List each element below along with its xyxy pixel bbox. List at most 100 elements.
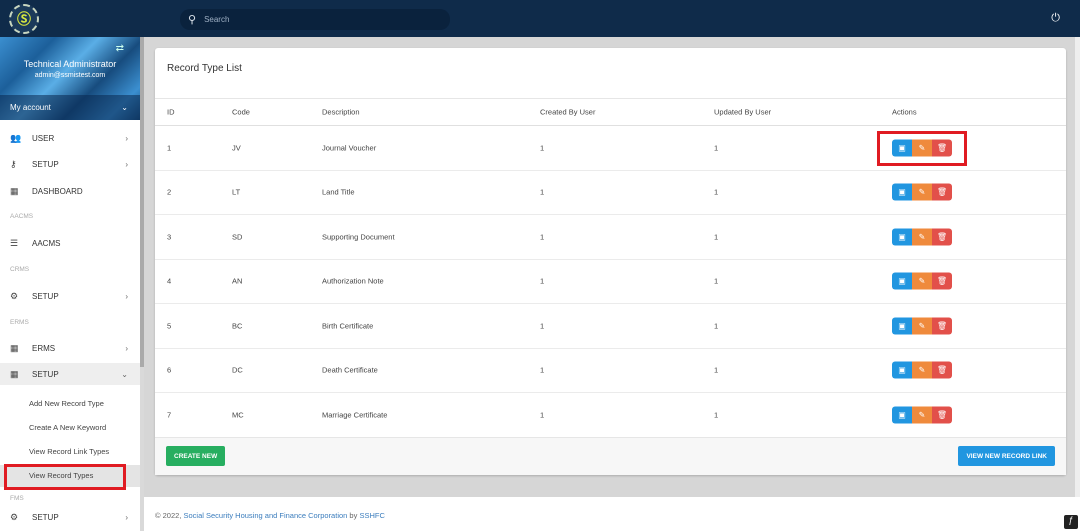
delete-button[interactable]: 🗑 xyxy=(932,183,952,201)
row-actions: ▣ ✎ 🗑 xyxy=(892,406,952,424)
label: AACMS xyxy=(32,238,61,248)
col-code: Code xyxy=(232,107,250,117)
calendar-icon: ▦ xyxy=(10,368,19,379)
list-icon: ☰ xyxy=(10,237,19,248)
my-account-label: My account xyxy=(10,103,51,112)
label: SETUP xyxy=(32,159,59,169)
users-icon: 👥 xyxy=(10,132,22,143)
cell-description: Death Certificate xyxy=(322,365,378,375)
search-icon: ⚲ xyxy=(188,14,197,26)
cell-description: Journal Voucher xyxy=(322,143,377,153)
cell-updated: 1 xyxy=(714,143,719,153)
view-button[interactable]: ▣ xyxy=(892,183,912,201)
create-new-button[interactable]: CREATE NEW xyxy=(166,446,226,466)
section-erms: ERMS xyxy=(10,319,29,326)
delete-button[interactable]: 🗑 xyxy=(932,406,952,424)
view-button[interactable]: ▣ xyxy=(892,361,912,379)
cell-created: 1 xyxy=(540,232,545,242)
col-created: Created By User xyxy=(540,107,596,117)
cell-code: AN xyxy=(232,276,243,286)
view-button[interactable]: ▣ xyxy=(892,272,912,290)
edit-button[interactable]: ✎ xyxy=(912,183,932,201)
chevron-down-icon: ⌄ xyxy=(121,369,128,379)
edit-button[interactable]: ✎ xyxy=(912,361,932,379)
page-scrollbar[interactable] xyxy=(1075,37,1080,497)
sidebar-item-dashboard[interactable]: ▦ DASHBOARD xyxy=(0,180,140,202)
logo[interactable]: Ⓢ xyxy=(9,4,39,34)
cell-id: 2 xyxy=(167,187,172,197)
cogs-icon: ⚙ xyxy=(10,290,19,301)
cell-code: JV xyxy=(232,143,241,153)
col-actions: Actions xyxy=(892,107,917,117)
delete-button[interactable]: 🗑 xyxy=(932,228,952,246)
cell-description: Birth Certificate xyxy=(322,321,374,331)
table-row: 3 SD Supporting Document 1 1 ▣ ✎ 🗑 xyxy=(155,215,1066,260)
view-button[interactable]: ▣ xyxy=(892,317,912,335)
table-row: 2 LT Land Title 1 1 ▣ ✎ 🗑 xyxy=(155,171,1066,215)
my-account-toggle[interactable]: My account ⌄ xyxy=(0,95,140,120)
switch-icon[interactable]: ⇄ xyxy=(116,43,124,54)
power-icon[interactable]: ⏻ xyxy=(1051,12,1060,25)
row-actions: ▣ ✎ 🗑 xyxy=(892,228,952,246)
view-button[interactable]: ▣ xyxy=(892,406,912,424)
cell-id: 7 xyxy=(167,410,172,420)
cell-updated: 1 xyxy=(714,187,719,197)
col-updated: Updated By User xyxy=(714,107,772,117)
cell-id: 3 xyxy=(167,232,172,242)
user-email: admin@ssmistest.com xyxy=(34,72,106,79)
chevron-right-icon: › xyxy=(125,291,128,301)
chevron-right-icon: › xyxy=(125,159,128,169)
section-aacms: AACMS xyxy=(10,213,34,220)
sidebar-item-crms-setup[interactable]: ⚙ SETUP › xyxy=(0,285,140,307)
edit-button[interactable]: ✎ xyxy=(912,406,932,424)
row-actions: ▣ ✎ 🗑 xyxy=(892,272,952,290)
cell-description: Authorization Note xyxy=(322,276,384,286)
symfony-toolbar-icon[interactable]: ƒ xyxy=(1064,515,1078,529)
cell-code: SD xyxy=(232,232,243,242)
subitem-view-record-link-types[interactable]: View Record Link Types xyxy=(29,447,109,456)
cell-description: Marriage Certificate xyxy=(322,410,388,420)
cell-updated: 1 xyxy=(714,410,719,420)
sidebar-item-aacms[interactable]: ☰ AACMS xyxy=(0,232,140,254)
label: SETUP xyxy=(32,291,59,301)
cell-updated: 1 xyxy=(714,276,719,286)
sidebar-item-erms-setup[interactable]: ▦ SETUP ⌄ xyxy=(0,363,140,385)
delete-button[interactable]: 🗑 xyxy=(932,272,952,290)
card-title: Record Type List xyxy=(167,63,242,74)
footer-brand-link[interactable]: SSHFC xyxy=(359,511,384,520)
highlight-box xyxy=(4,464,126,490)
subitem-add-new-record-type[interactable]: Add New Record Type xyxy=(29,399,104,408)
footer-org-link[interactable]: Social Security Housing and Finance Corp… xyxy=(183,511,347,520)
sidebar-item-setup[interactable]: ⚷ SETUP › xyxy=(0,153,140,175)
delete-button[interactable]: 🗑 xyxy=(932,317,952,335)
table-row: 7 MC Marriage Certificate 1 1 ▣ ✎ 🗑 xyxy=(155,393,1066,438)
sidebar-item-erms[interactable]: ▦ ERMS › xyxy=(0,337,140,359)
record-type-card: Record Type List ID Code Description Cre… xyxy=(155,48,1066,475)
label: SETUP xyxy=(32,369,59,379)
edit-button[interactable]: ✎ xyxy=(912,272,932,290)
cell-code: BC xyxy=(232,321,243,331)
cell-id: 5 xyxy=(167,321,172,331)
key-icon: ⚷ xyxy=(10,158,17,169)
delete-button[interactable]: 🗑 xyxy=(932,361,952,379)
edit-button[interactable]: ✎ xyxy=(912,317,932,335)
view-button[interactable]: ▣ xyxy=(892,228,912,246)
label: SETUP xyxy=(32,512,59,522)
search-input[interactable]: ⚲ Search xyxy=(180,9,450,30)
label: USER xyxy=(32,133,55,143)
subitem-create-keyword[interactable]: Create A New Keyword xyxy=(29,423,106,432)
cell-code: LT xyxy=(232,187,241,197)
cell-updated: 1 xyxy=(714,321,719,331)
table-row: 4 AN Authorization Note 1 1 ▣ ✎ 🗑 xyxy=(155,260,1066,304)
sidebar-item-user[interactable]: 👥 USER › xyxy=(0,127,140,149)
col-id: ID xyxy=(167,107,175,117)
main-content: Record Type List ID Code Description Cre… xyxy=(144,37,1075,497)
cell-id: 4 xyxy=(167,276,172,286)
view-new-record-link-button[interactable]: VIEW NEW RECORD LINK xyxy=(958,446,1055,466)
sidebar-item-fms-setup[interactable]: ⚙ SETUP › xyxy=(0,506,140,528)
cell-updated: 1 xyxy=(714,232,719,242)
edit-button[interactable]: ✎ xyxy=(912,228,932,246)
cogs-icon: ⚙ xyxy=(10,511,19,522)
cell-created: 1 xyxy=(540,410,545,420)
row-actions: ▣ ✎ 🗑 xyxy=(892,183,952,201)
